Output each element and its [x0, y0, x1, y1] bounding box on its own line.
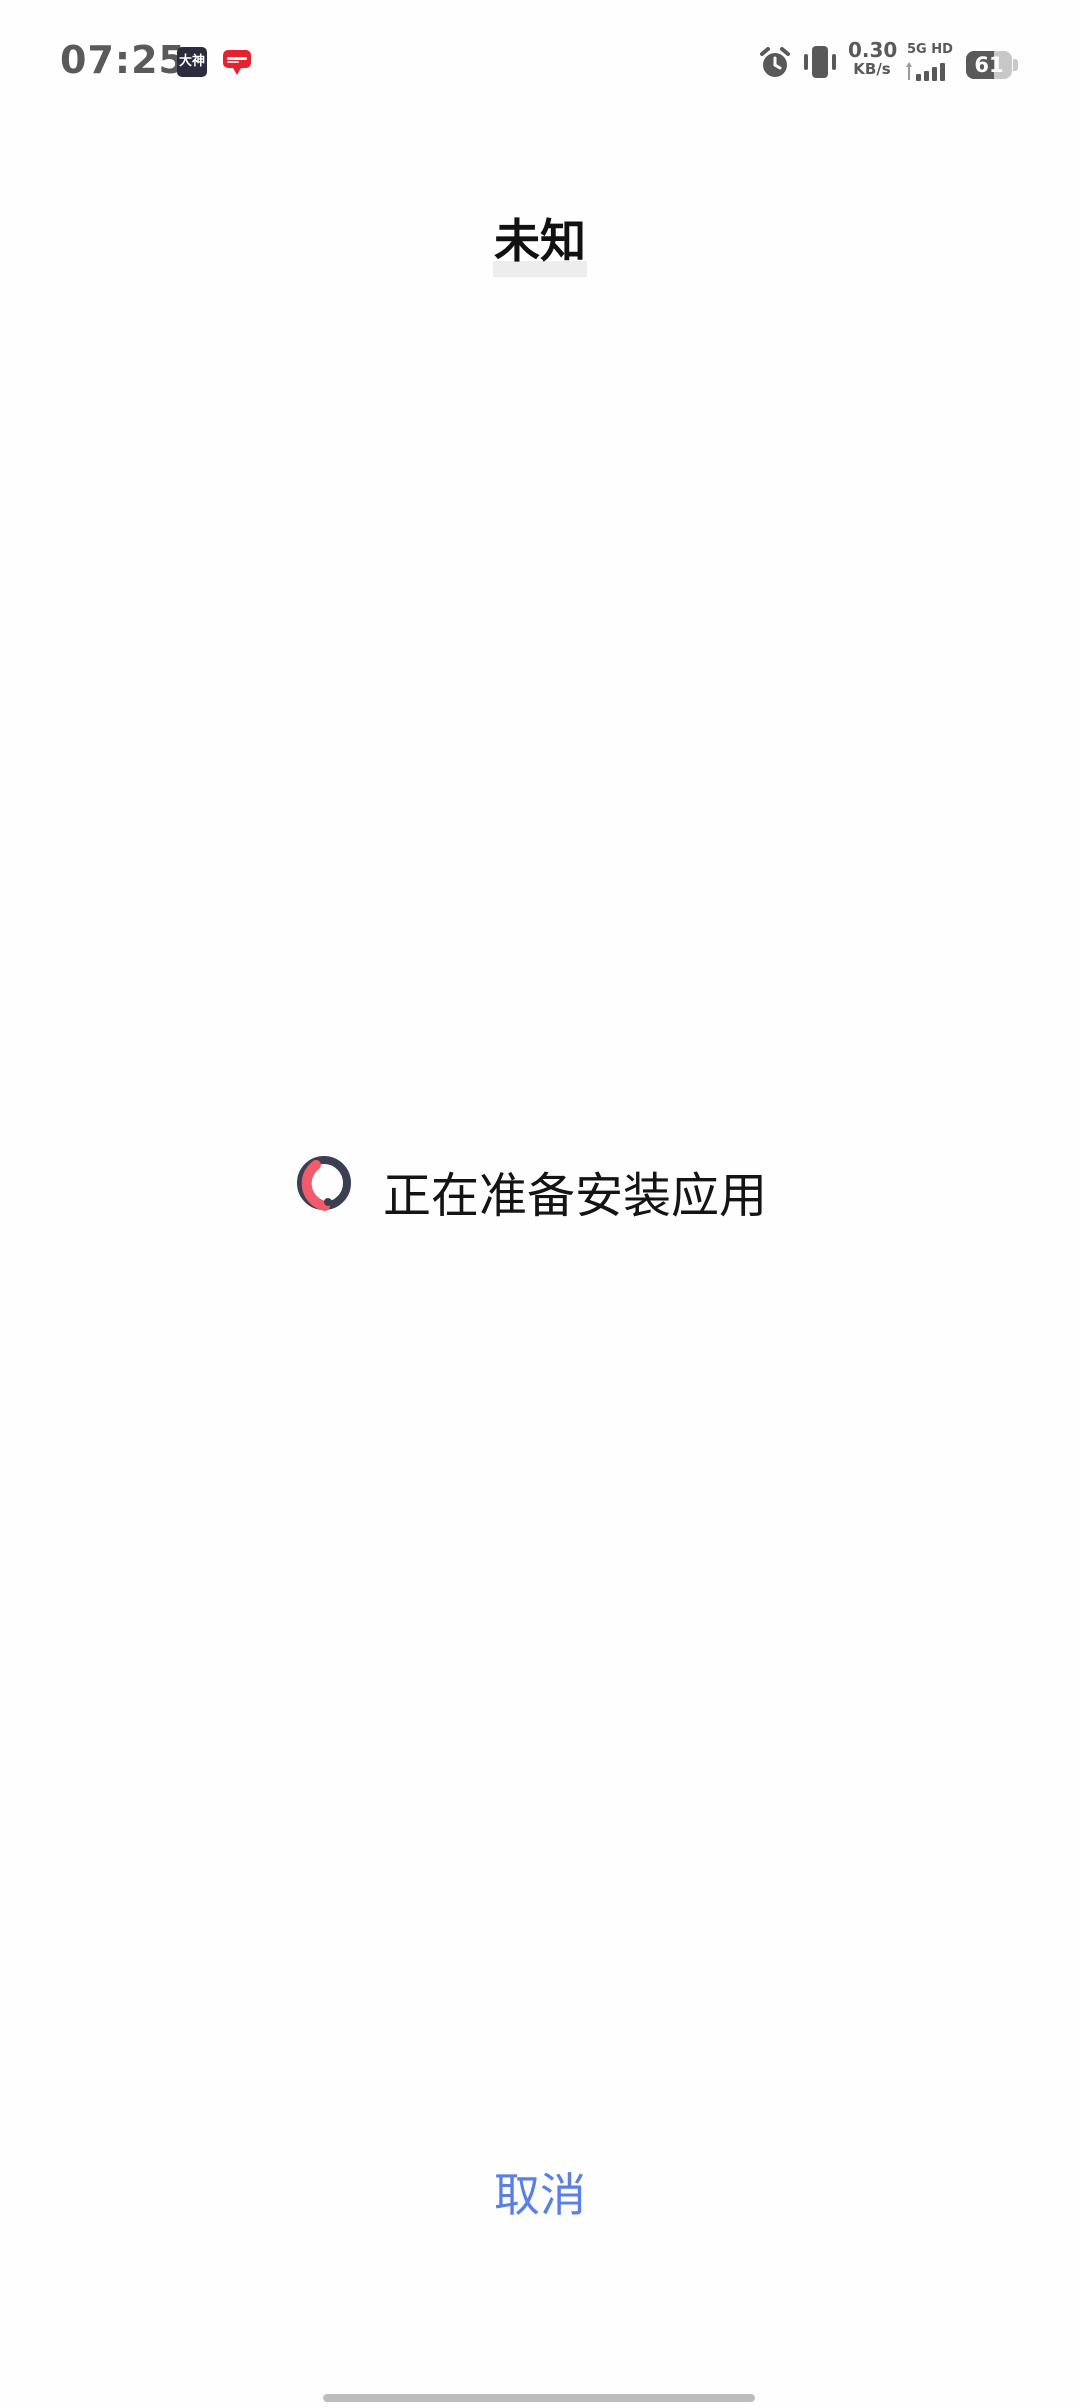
install-screen: 07:25 大神 0.30 KB/s 5G HD 61 未知 正在准备安装应用 …: [0, 0, 1080, 2408]
battery-level: 61: [974, 53, 1004, 77]
network-speed: 0.30 KB/s: [848, 38, 898, 78]
progress-message: 正在准备安装应用: [383, 1168, 768, 1224]
red-app-icon: [222, 47, 252, 77]
battery-tip: [1013, 59, 1018, 71]
home-gesture-bar[interactable]: [323, 2394, 755, 2402]
cancel-button[interactable]: 取消: [440, 2160, 640, 2230]
status-bar: 07:25 大神 0.30 KB/s 5G HD 61: [0, 0, 1080, 128]
app-name-title: 未知: [0, 205, 1080, 277]
alarm-icon: [760, 47, 790, 77]
signal-type-label: 5G HD: [907, 42, 953, 57]
signal-bars-icon: [906, 62, 945, 81]
app-name-text: 未知: [493, 205, 587, 277]
install-progress: 正在准备安装应用: [295, 1150, 815, 1224]
network-speed-value: 0.30: [848, 38, 898, 62]
dashen-app-label: 大神: [178, 54, 205, 69]
battery-icon: 61: [966, 51, 1012, 79]
vibrate-icon: [804, 46, 836, 78]
dashen-app-icon: 大神: [177, 47, 207, 77]
cellular-signal: 5G HD: [905, 42, 957, 82]
network-speed-unit: KB/s: [853, 60, 891, 78]
status-time: 07:25: [60, 38, 186, 82]
loading-spinner-icon: [297, 1156, 351, 1211]
